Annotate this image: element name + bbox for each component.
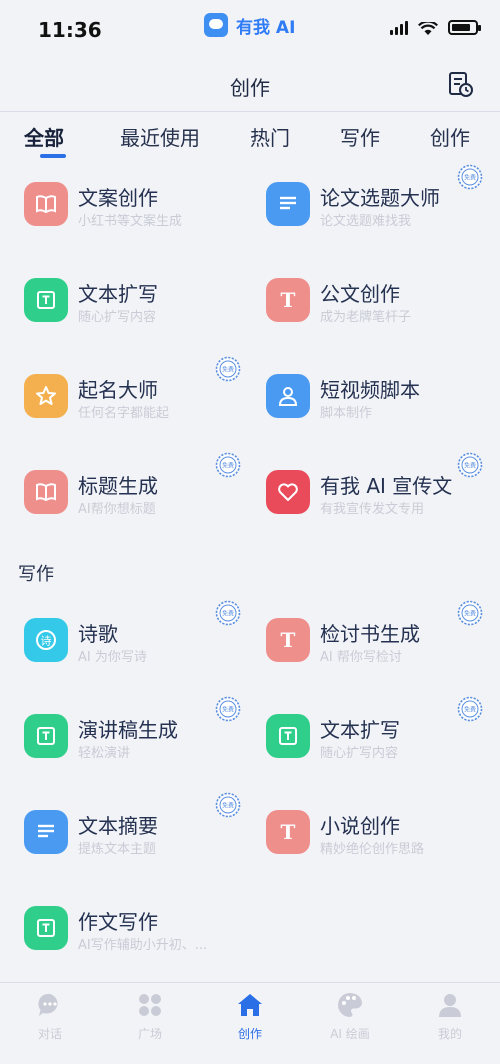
feature-subtitle: 轻松演讲 bbox=[78, 746, 131, 761]
feature-card[interactable]: 标题生成 AI帮你想标题 免费 bbox=[0, 452, 500, 532]
svg-text:诗: 诗 bbox=[41, 634, 52, 648]
feature-name: 文本摘要 bbox=[78, 814, 158, 838]
feature-card[interactable]: 作文写作 AI写作辅助小升初、... bbox=[0, 888, 500, 968]
star-icon bbox=[24, 374, 68, 418]
lines-icon bbox=[24, 810, 68, 854]
tab-creation[interactable]: 创作 bbox=[430, 122, 470, 151]
feature-name: 标题生成 bbox=[78, 474, 158, 498]
feature-name: 起名大师 bbox=[78, 378, 158, 402]
palette-icon bbox=[336, 991, 364, 1019]
feature-name: 演讲稿生成 bbox=[78, 718, 178, 742]
home-icon bbox=[236, 991, 264, 1019]
feature-subtitle: 随心扩写内容 bbox=[78, 310, 157, 325]
battery-icon bbox=[448, 20, 481, 35]
free-badge-icon: 免费 bbox=[215, 356, 241, 382]
feature-name: 文案创作 bbox=[78, 186, 158, 210]
nav-bar: 创作 bbox=[0, 60, 500, 112]
feature-subtitle: AI帮你想标题 bbox=[78, 502, 156, 517]
tab-recent[interactable]: 最近使用 bbox=[120, 122, 200, 151]
page-title: 创作 bbox=[230, 76, 270, 100]
tabbar-item-3[interactable]: AI 绘画 bbox=[315, 991, 385, 1042]
feature-card[interactable]: 起名大师任何名字都能起 免费 bbox=[0, 356, 500, 436]
chat-icon bbox=[36, 991, 64, 1019]
feature-card[interactable]: 演讲稿生成轻松演讲 免费 bbox=[0, 696, 500, 776]
tabbar-label: 我的 bbox=[437, 1027, 462, 1041]
tabbar-label: 广场 bbox=[137, 1027, 162, 1041]
text-box-icon bbox=[24, 714, 68, 758]
tabbar-label: 对话 bbox=[37, 1027, 62, 1041]
svg-text:免费: 免费 bbox=[222, 802, 234, 810]
tabbar-label: AI 绘画 bbox=[330, 1027, 370, 1041]
tabbar-item-1[interactable]: 广场 bbox=[115, 991, 185, 1042]
app-indicator: 有我 AI bbox=[204, 12, 295, 38]
tabbar-label: 创作 bbox=[237, 1027, 262, 1041]
tab-hot[interactable]: 热门 bbox=[250, 122, 290, 151]
book-icon bbox=[24, 470, 68, 514]
free-badge-icon: 免费 bbox=[215, 452, 241, 478]
tab-writing[interactable]: 写作 bbox=[340, 122, 380, 151]
tabbar-item-0[interactable]: 对话 bbox=[15, 991, 85, 1042]
signal-icon bbox=[390, 20, 408, 35]
active-tab-indicator bbox=[40, 154, 66, 158]
feature-subtitle: 小红书等文案生成 bbox=[78, 214, 183, 229]
bottom-tab-bar: 对话 广场 创作 AI 绘画 我的 bbox=[0, 982, 500, 1064]
text-box-icon bbox=[24, 278, 68, 322]
free-badge-icon: 免费 bbox=[215, 792, 241, 818]
user-icon bbox=[436, 991, 464, 1019]
app-name: 有我 AI bbox=[236, 17, 296, 38]
svg-text:免费: 免费 bbox=[222, 706, 234, 714]
feature-name: 诗歌 bbox=[78, 622, 118, 646]
feature-list: 文案创作 小红书等文案生成 论文选题大师 论文选题难找我 免费 文本扩写 随心扩写内容 T 公文… bbox=[0, 164, 500, 982]
feature-name: 文本扩写 bbox=[78, 282, 158, 306]
feature-card[interactable]: 诗 诗歌 AI 为你写诗 免费 bbox=[0, 600, 500, 680]
section-title-writing: 写作 bbox=[18, 564, 54, 585]
tabbar-item-4[interactable]: 我的 bbox=[415, 991, 485, 1042]
chat-bubble-icon bbox=[204, 13, 228, 37]
grid-icon bbox=[136, 991, 164, 1019]
poem-icon: 诗 bbox=[24, 618, 68, 662]
feature-name: 作文写作 bbox=[78, 910, 158, 934]
system-icons bbox=[390, 20, 481, 35]
svg-text:免费: 免费 bbox=[222, 462, 234, 470]
svg-text:免费: 免费 bbox=[222, 610, 234, 618]
history-icon[interactable] bbox=[446, 70, 474, 98]
text-box-icon bbox=[24, 906, 68, 950]
book-icon bbox=[24, 182, 68, 226]
category-tabs: 全部 最近使用 热门 写作 创作 bbox=[0, 112, 500, 164]
free-badge-icon: 免费 bbox=[215, 696, 241, 722]
feature-subtitle: AI写作辅助小升初、... bbox=[78, 938, 208, 953]
tab-all[interactable]: 全部 bbox=[24, 122, 64, 151]
feature-card[interactable]: 文本摘要提炼文本主题 免费 bbox=[0, 792, 500, 872]
feature-subtitle: 任何名字都能起 bbox=[78, 406, 170, 421]
feature-subtitle: AI 为你写诗 bbox=[78, 650, 147, 665]
status-time: 11:36 bbox=[38, 18, 102, 42]
tabbar-item-2[interactable]: 创作 bbox=[215, 991, 285, 1042]
feature-card[interactable]: 文案创作小红书等文案生成 bbox=[0, 164, 500, 244]
free-badge-icon: 免费 bbox=[215, 600, 241, 626]
status-bar: 11:36 有我 AI bbox=[0, 0, 500, 60]
svg-text:免费: 免费 bbox=[222, 366, 234, 374]
feature-subtitle: 提炼文本主题 bbox=[78, 842, 157, 857]
feature-card[interactable]: 文本扩写随心扩写内容 bbox=[0, 260, 500, 340]
wifi-icon bbox=[418, 20, 438, 35]
